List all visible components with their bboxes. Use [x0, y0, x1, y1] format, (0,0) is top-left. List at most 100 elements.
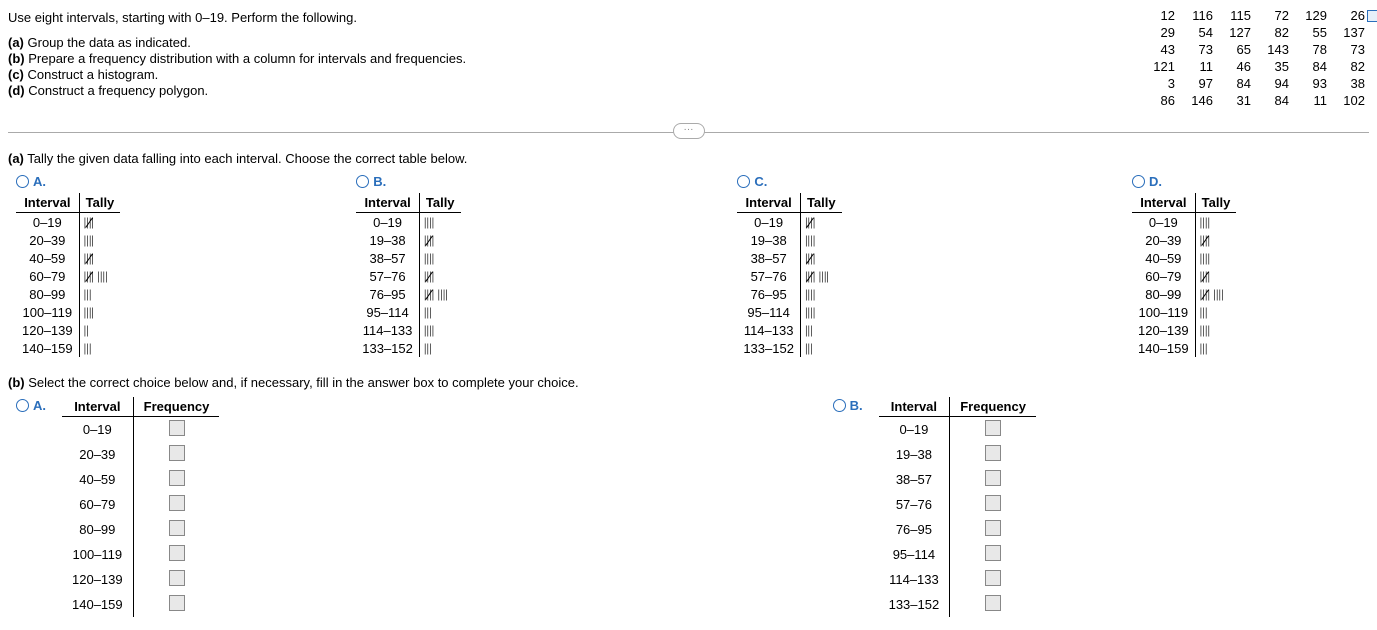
radio-option-a-d[interactable] [1132, 175, 1145, 188]
interval-cell: 140–159 [1132, 339, 1195, 357]
interval-cell: 95–114 [879, 542, 950, 567]
interval-cell: 0–19 [1132, 213, 1195, 232]
interval-cell: 114–133 [879, 567, 950, 592]
interval-cell: 0–19 [737, 213, 800, 232]
frequency-input[interactable] [169, 495, 185, 511]
frequency-input[interactable] [985, 495, 1001, 511]
frequency-input[interactable] [169, 470, 185, 486]
data-cell: 143 [1253, 42, 1289, 57]
frequency-input[interactable] [985, 470, 1001, 486]
data-cell: 29 [1139, 25, 1175, 40]
tally-cell: |||| [79, 231, 120, 249]
tally-cell: |||| [1195, 249, 1236, 267]
data-cell: 65 [1215, 42, 1251, 57]
data-cell: 97 [1177, 76, 1213, 91]
frequency-input[interactable] [169, 570, 185, 586]
part-c-label: (c) [8, 67, 24, 82]
frequency-cell [133, 542, 219, 567]
data-cell: 102 [1329, 93, 1365, 108]
data-cell: 116 [1177, 8, 1213, 23]
section-b-text: Select the correct choice below and, if … [28, 375, 578, 390]
data-cell: 84 [1291, 59, 1327, 74]
part-b-text: Prepare a frequency distribution with a … [28, 51, 466, 66]
interval-cell: 57–76 [356, 267, 419, 285]
frequency-input[interactable] [169, 595, 185, 611]
section-b-label: (b) [8, 375, 25, 390]
interval-cell: 0–19 [356, 213, 419, 232]
radio-option-a-a[interactable] [16, 175, 29, 188]
interval-cell: 57–76 [879, 492, 950, 517]
tally-cell: |||| [419, 267, 460, 285]
part-d-label: (d) [8, 83, 25, 98]
tally-cell: ||| [419, 339, 460, 357]
interval-cell: 133–152 [356, 339, 419, 357]
divider-toggle-button[interactable]: ··· [673, 123, 705, 139]
tally-header: Tally [1195, 193, 1236, 213]
interval-cell: 133–152 [737, 339, 800, 357]
tally-cell: |||| [419, 231, 460, 249]
data-grid: 1211611572129262954127825513743736514378… [1139, 8, 1365, 108]
data-cell: 127 [1215, 25, 1251, 40]
data-cell: 82 [1329, 59, 1365, 74]
data-cell: 94 [1253, 76, 1289, 91]
tally-cell: ||| [1195, 303, 1236, 321]
interval-cell: 140–159 [16, 339, 79, 357]
interval-cell: 95–114 [356, 303, 419, 321]
frequency-input[interactable] [985, 420, 1001, 436]
data-cell: 31 [1215, 93, 1251, 108]
interval-cell: 133–152 [879, 592, 950, 617]
frequency-cell [133, 567, 219, 592]
frequency-input[interactable] [985, 570, 1001, 586]
interval-header: Interval [879, 397, 950, 417]
section-a-text: Tally the given data falling into each i… [27, 151, 467, 166]
interval-cell: 0–19 [16, 213, 79, 232]
frequency-input[interactable] [985, 545, 1001, 561]
tally-cell: |||| [800, 303, 841, 321]
frequency-cell [133, 467, 219, 492]
tally-cell: ||| [79, 339, 120, 357]
radio-option-a-b[interactable] [356, 175, 369, 188]
frequency-cell [133, 417, 219, 443]
interval-header: Interval [1132, 193, 1195, 213]
tally-table-a: IntervalTally0–19|||| 20–39||||40–59||||… [16, 193, 120, 357]
tally-header: Tally [800, 193, 841, 213]
option-label: B. [373, 174, 386, 189]
interval-cell: 114–133 [356, 321, 419, 339]
frequency-cell [950, 542, 1036, 567]
radio-option-b-b[interactable] [833, 399, 846, 412]
frequency-input[interactable] [169, 445, 185, 461]
data-cell: 12 [1139, 8, 1175, 23]
frequency-input[interactable] [169, 545, 185, 561]
tally-cell: |||| [1195, 213, 1236, 232]
option-label: C. [754, 174, 767, 189]
data-cell: 35 [1253, 59, 1289, 74]
frequency-cell [950, 442, 1036, 467]
data-cell: 38 [1329, 76, 1365, 91]
tally-header: Tally [79, 193, 120, 213]
interval-header: Interval [62, 397, 133, 417]
tally-cell: |||| [1195, 267, 1236, 285]
tally-cell: || [79, 321, 120, 339]
interval-cell: 76–95 [737, 285, 800, 303]
frequency-input[interactable] [985, 595, 1001, 611]
interval-cell: 80–99 [62, 517, 133, 542]
frequency-input[interactable] [985, 520, 1001, 536]
frequency-input[interactable] [169, 420, 185, 436]
frequency-cell [950, 517, 1036, 542]
tally-cell: |||| [800, 213, 841, 232]
section-a-label: (a) [8, 151, 24, 166]
interval-cell: 60–79 [62, 492, 133, 517]
interval-cell: 80–99 [16, 285, 79, 303]
radio-option-b-a[interactable] [16, 399, 29, 412]
radio-option-a-c[interactable] [737, 175, 750, 188]
frequency-input[interactable] [985, 445, 1001, 461]
data-cell: 11 [1177, 59, 1213, 74]
option-label: A. [33, 174, 46, 189]
frequency-input[interactable] [169, 520, 185, 536]
data-cell: 73 [1329, 42, 1365, 57]
data-cell: 137 [1329, 25, 1365, 40]
interval-cell: 20–39 [62, 442, 133, 467]
data-cell: 93 [1291, 76, 1327, 91]
frequency-header: Frequency [133, 397, 219, 417]
frequency-cell [950, 467, 1036, 492]
